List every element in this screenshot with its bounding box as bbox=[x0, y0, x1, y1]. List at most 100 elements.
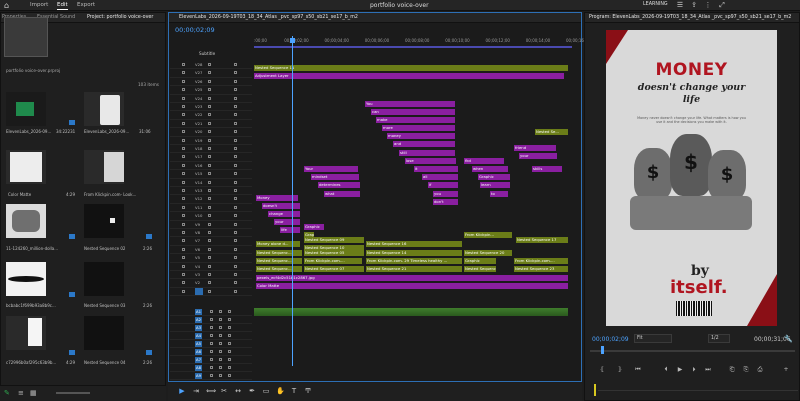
program-timecode[interactable]: 00;00;02;09 bbox=[592, 336, 629, 343]
project-file-name: portfolio voice-over.prproj bbox=[6, 68, 61, 73]
program-scrubber[interactable] bbox=[590, 350, 795, 352]
resolution-select[interactable]: 1/2 bbox=[708, 334, 730, 343]
poster-corner-decoration bbox=[747, 274, 777, 326]
tab-edit[interactable]: Edit bbox=[57, 2, 68, 10]
audio-waveform-icon bbox=[16, 102, 34, 116]
list-item[interactable] bbox=[84, 316, 124, 350]
money-bag-image bbox=[12, 210, 40, 232]
quick-export-icon[interactable]: ⇪ bbox=[690, 1, 698, 9]
clip-badge-icon bbox=[69, 234, 75, 239]
play-icon[interactable]: ▶ bbox=[676, 366, 684, 374]
time-ruler[interactable]: :00;00 00;00;02;00 00;00;04;00 00;00;06;00 0… bbox=[254, 37, 590, 48]
barcode-image bbox=[676, 301, 712, 316]
tab-export[interactable]: Export bbox=[77, 2, 95, 8]
export-frame-icon[interactable]: ⎙ bbox=[756, 366, 764, 374]
go-to-in-icon[interactable]: ⏮ bbox=[634, 366, 642, 374]
type-tool-icon[interactable]: T bbox=[290, 387, 298, 395]
cash-stack-image bbox=[630, 196, 752, 230]
brush-stroke-image bbox=[8, 276, 44, 282]
settings-icon[interactable]: 🔧 bbox=[784, 335, 793, 343]
list-item-label: ElevenLabs_2026-09... bbox=[6, 129, 52, 134]
list-item-duration: 34:22231 bbox=[56, 129, 76, 134]
list-item[interactable] bbox=[84, 150, 124, 184]
list-item[interactable] bbox=[84, 204, 124, 238]
pen-tool-icon[interactable]: ✒ bbox=[248, 387, 256, 395]
track-select-icon[interactable]: ⇥ bbox=[192, 387, 200, 395]
list-view-icon[interactable]: ≡ bbox=[18, 389, 26, 397]
mark-out-icon[interactable]: ⦄ bbox=[616, 366, 624, 374]
timeline-canvas bbox=[168, 24, 582, 383]
insert-icon[interactable]: ⎗ bbox=[728, 366, 736, 374]
tab-sequence[interactable]: ElevenLabs_2026-09-19T03_18_34_Atlas _pv… bbox=[179, 15, 358, 20]
project-grid: ElevenLabs_2026-09... 34:22231 ElevenLab… bbox=[6, 92, 164, 392]
playhead[interactable] bbox=[292, 36, 293, 366]
list-item-duration: 2:26 bbox=[143, 246, 152, 251]
list-item-duration: 31:06 bbox=[139, 129, 151, 134]
list-item[interactable] bbox=[6, 316, 46, 350]
list-item[interactable] bbox=[6, 262, 46, 296]
poster-line-2: life bbox=[682, 94, 701, 105]
poster-body-text: Money never doesn't change your life. Wh… bbox=[637, 116, 746, 125]
overwrite-icon[interactable]: ⎘ bbox=[742, 366, 750, 374]
icon-view-icon[interactable]: ▦ bbox=[30, 389, 38, 397]
rectangle-tool-icon[interactable]: ▭ bbox=[262, 387, 270, 395]
audio-meter bbox=[594, 384, 596, 396]
ruler-tick-label: 00;00;02;00 bbox=[284, 38, 309, 43]
list-item[interactable] bbox=[84, 92, 124, 126]
step-forward-icon[interactable]: ⏵ bbox=[690, 366, 698, 374]
dollar-sign-icon: $ bbox=[646, 162, 660, 183]
workspace-learning[interactable]: LEARNING bbox=[643, 2, 668, 7]
poster-corner-decoration bbox=[606, 30, 628, 64]
project-preview-thumbnail bbox=[4, 17, 48, 57]
thumbnail-image bbox=[104, 152, 124, 182]
step-back-icon[interactable]: ⏴ bbox=[662, 366, 670, 374]
list-item-label: Nested Sequence 03 bbox=[84, 303, 126, 308]
list-item-label: Nested Sequence 02 bbox=[84, 246, 126, 251]
list-item-label: c72996b0af295c63b9b... bbox=[6, 360, 57, 365]
go-to-out-icon[interactable]: ⏭ bbox=[704, 366, 712, 374]
progress-icon[interactable]: ⋮ bbox=[704, 1, 712, 9]
tab-project[interactable]: Project: portfolio voice-over bbox=[87, 15, 153, 20]
document-title: portfolio voice-over bbox=[370, 2, 429, 9]
work-area-bar[interactable] bbox=[254, 46, 572, 48]
home-icon[interactable]: ⌂ bbox=[4, 2, 13, 10]
thumbnail-image bbox=[110, 218, 115, 223]
poster-headline: MONEY bbox=[655, 60, 728, 80]
workspaces-icon[interactable]: ☰ bbox=[676, 1, 684, 9]
zoom-slider[interactable] bbox=[56, 392, 90, 394]
ruler-tick-label: 00;00;06;00 bbox=[364, 38, 390, 43]
program-frame: MONEY doesn't change your life Money nev… bbox=[606, 30, 777, 326]
program-playhead[interactable] bbox=[601, 346, 604, 354]
list-item[interactable] bbox=[84, 262, 124, 296]
list-item-label: ElevenLabs_2026-09... bbox=[84, 129, 130, 134]
mark-in-icon[interactable]: ⦃ bbox=[598, 366, 606, 374]
hand-tool-icon[interactable]: ✋ bbox=[276, 387, 285, 395]
dollar-sign-icon: $ bbox=[684, 150, 698, 174]
selection-tool-icon[interactable]: ▶ bbox=[178, 387, 186, 395]
caption-tool-icon[interactable]: Ͳ bbox=[304, 387, 312, 395]
razor-tool-icon[interactable]: ✂ bbox=[220, 387, 228, 395]
zoom-select[interactable]: Fit bbox=[634, 334, 672, 343]
audio-meter-track bbox=[598, 390, 798, 391]
list-item-label: bcbabc1f699b93a8b9c... bbox=[6, 303, 56, 308]
thumbnail-image bbox=[10, 152, 42, 182]
dollar-sign-icon: $ bbox=[720, 164, 734, 185]
top-bar: ⌂ Import Edit Export portfolio voice-ove… bbox=[0, 0, 800, 11]
list-item[interactable] bbox=[6, 204, 46, 238]
tab-program[interactable]: Program: ElevenLabs_2026-09-19T03_18_34_… bbox=[589, 15, 791, 20]
timeline-tabs: ElevenLabs_2026-09-19T03_18_34_Atlas _pv… bbox=[169, 13, 581, 23]
list-item[interactable] bbox=[6, 92, 46, 126]
poster-line-1: doesn't change your bbox=[637, 82, 746, 93]
list-item-duration: 4:29 bbox=[66, 192, 75, 197]
list-item[interactable] bbox=[6, 150, 46, 184]
ruler-tick-label: :00;00 bbox=[254, 38, 267, 43]
ripple-edit-icon[interactable]: ⟺ bbox=[206, 387, 216, 395]
button-editor-icon[interactable]: + bbox=[782, 366, 790, 374]
pencil-icon[interactable]: ✎ bbox=[4, 389, 12, 397]
slip-tool-icon[interactable]: ↔ bbox=[234, 387, 242, 395]
tab-import[interactable]: Import bbox=[30, 2, 48, 8]
barcode-image bbox=[28, 318, 42, 346]
fullscreen-icon[interactable]: ⤢ bbox=[718, 1, 726, 9]
playhead-handle[interactable] bbox=[290, 38, 295, 43]
project-panel-footer: ✎ ≡ ▦ bbox=[0, 386, 166, 401]
